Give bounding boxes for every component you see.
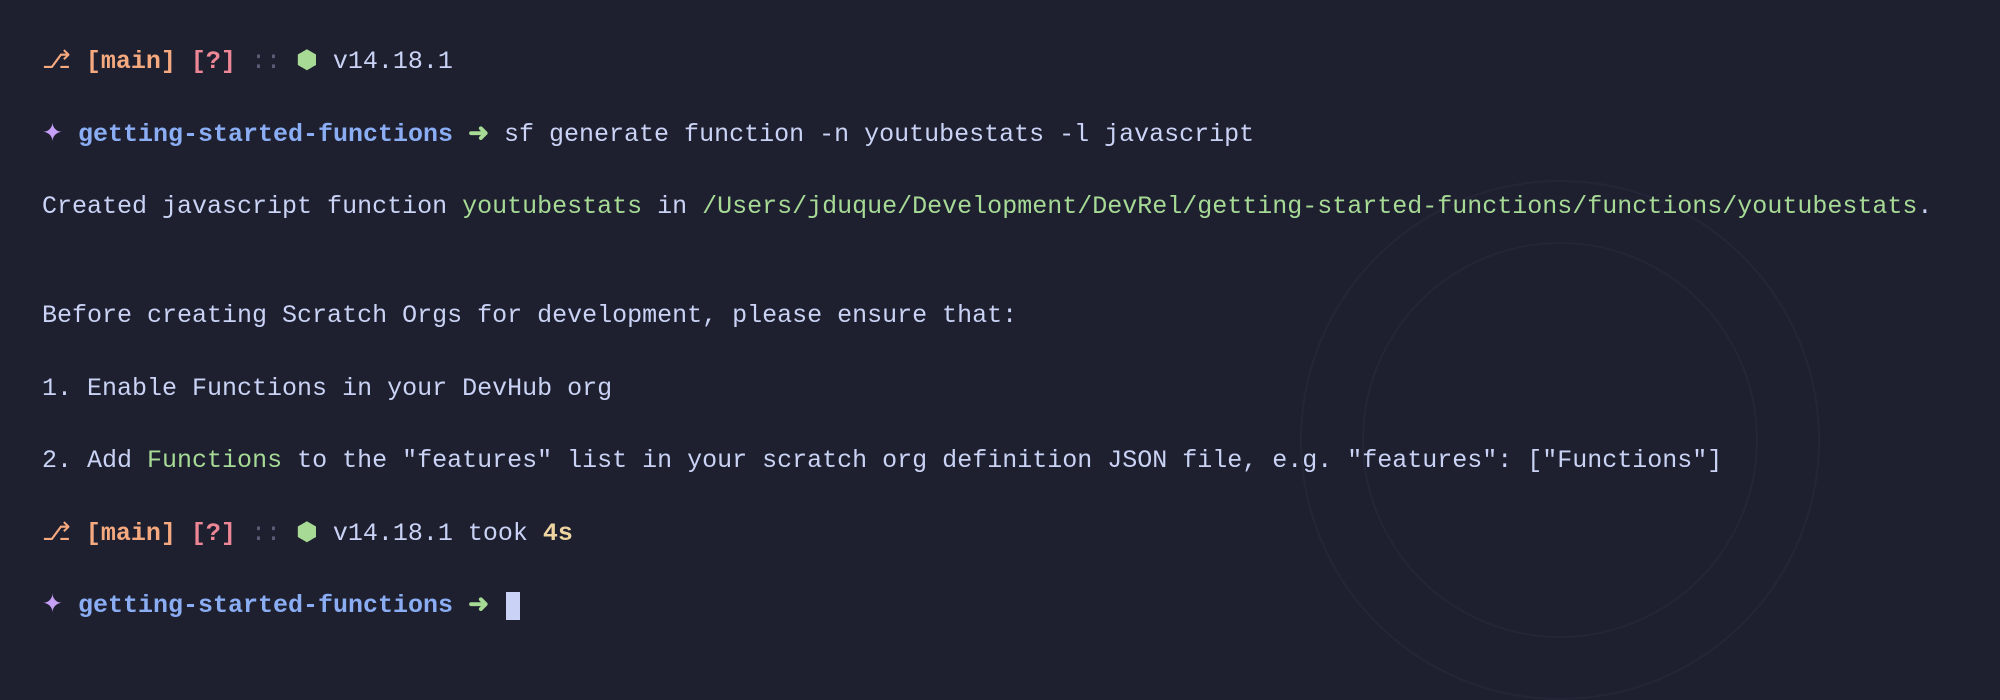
project-name: getting-started-functions bbox=[78, 120, 453, 149]
blank-line bbox=[12, 226, 1988, 262]
output-path: /Users/jduque/Development/DevRel/getting… bbox=[702, 192, 1917, 221]
prompt-arrow-icon: ➜ bbox=[468, 120, 489, 149]
node-icon: ⬢ bbox=[296, 47, 318, 76]
took-label: took bbox=[468, 519, 528, 548]
branch-name: main bbox=[101, 47, 161, 76]
prompt-sparkle-icon: ✦ bbox=[42, 591, 63, 620]
separator: :: bbox=[251, 47, 281, 76]
output-text: 2. Add bbox=[42, 446, 147, 475]
output-instruction-line: Before creating Scratch Orgs for develop… bbox=[12, 262, 1988, 335]
output-step-1: 1. Enable Functions in your DevHub org bbox=[12, 334, 1988, 407]
node-version: v14.18.1 bbox=[333, 47, 453, 76]
output-text: . bbox=[1917, 192, 1932, 221]
git-branch-icon: ⎇ bbox=[42, 519, 71, 548]
output-text: 1. Enable Functions in your DevHub org bbox=[42, 374, 612, 403]
node-version: v14.18.1 bbox=[333, 519, 453, 548]
git-status-indicator: [?] bbox=[191, 47, 236, 76]
prompt-line-1: ✦ getting-started-functions ➜ sf generat… bbox=[12, 81, 1988, 154]
output-text: in bbox=[642, 192, 702, 221]
branch-name: main bbox=[101, 519, 161, 548]
took-time: 4s bbox=[543, 519, 573, 548]
functions-keyword: Functions bbox=[147, 446, 282, 475]
branch-bracket-open: [ bbox=[86, 519, 101, 548]
prompt-sparkle-icon: ✦ bbox=[42, 120, 63, 149]
branch-bracket-open: [ bbox=[86, 47, 101, 76]
git-branch-icon: ⎇ bbox=[42, 47, 71, 76]
function-name: youtubestats bbox=[462, 192, 642, 221]
output-text: Before creating Scratch Orgs for develop… bbox=[42, 301, 1017, 330]
node-icon: ⬢ bbox=[296, 519, 318, 548]
terminal-cursor[interactable] bbox=[506, 592, 520, 620]
git-status-indicator: [?] bbox=[191, 519, 236, 548]
prompt-arrow-icon: ➜ bbox=[468, 591, 489, 620]
status-line-2: ⎇ [main] [?] :: ⬢ v14.18.1 took 4s bbox=[12, 479, 1988, 552]
output-text: Created javascript function bbox=[42, 192, 462, 221]
status-line-1: ⎇ [main] [?] :: ⬢ v14.18.1 bbox=[12, 8, 1988, 81]
branch-bracket-close: ] bbox=[161, 47, 176, 76]
output-step-2: 2. Add Functions to the "features" list … bbox=[12, 407, 1988, 480]
command-input[interactable]: sf generate function -n youtubestats -l … bbox=[504, 120, 1254, 149]
project-name: getting-started-functions bbox=[78, 591, 453, 620]
separator: :: bbox=[251, 519, 281, 548]
branch-bracket-close: ] bbox=[161, 519, 176, 548]
output-text: to the "features" list in your scratch o… bbox=[282, 446, 1722, 475]
prompt-line-2: ✦ getting-started-functions ➜ bbox=[12, 552, 1988, 625]
output-created-line: Created javascript function youtubestats… bbox=[12, 153, 1988, 226]
